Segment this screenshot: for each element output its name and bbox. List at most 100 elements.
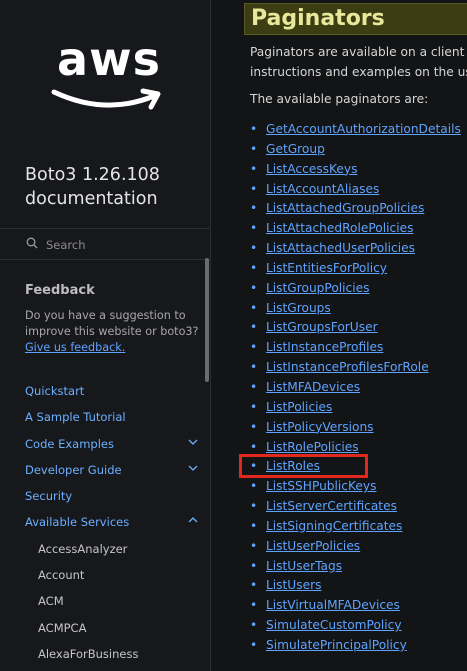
paginator-list: • GetAccountAuthorizationDetails • GetGroup… [250,120,461,656]
feedback-heading: Feedback [25,283,95,298]
sidebar-scrollbar[interactable] [205,258,209,382]
paginator-link[interactable]: ListServerCertificates [266,499,397,513]
bullet-icon: • [250,201,258,216]
available-paginators-label: The available paginators are: [250,92,429,106]
paginator-link[interactable]: ListPolicies [266,400,332,414]
paginator-list-item: • ListAttachedGroupPolicies [250,199,461,219]
paginator-link[interactable]: ListMFADevices [266,380,360,394]
main-content: Paginators Paginators are available on a… [211,0,467,671]
sidebar-nav: Quickstart A Sample Tutorial Code Exampl… [0,378,210,667]
bullet-icon: • [250,181,258,196]
paginator-list-item: • SimulatePrincipalPolicy [250,636,461,656]
sidebar-item-label: Developer Guide [25,462,122,477]
bullet-icon: • [250,360,258,375]
paginator-list-item: • ListPolicies [250,398,461,418]
page-title: Paginators [244,3,467,35]
aws-logo[interactable]: aws [50,32,170,116]
paginator-link[interactable]: ListSSHPublicKeys [266,479,376,493]
sidebar-item-security[interactable]: Security [0,483,210,509]
paginator-link[interactable]: ListUserTags [266,559,342,573]
paginator-list-item: • ListPolicyVersions [250,418,461,438]
feedback-link[interactable]: Give us feedback. [25,341,125,354]
aws-logo-text: aws [57,32,161,86]
chevron-up-icon[interactable] [188,517,198,523]
highlight-box [239,454,368,478]
paginator-list-item: • ListSSHPublicKeys [250,477,461,497]
paginator-link[interactable]: ListUserPolicies [266,539,360,553]
paginator-list-item: • ListUsers [250,576,461,596]
sidebar-item-code-examples[interactable]: Code Examples [0,431,210,457]
chevron-down-icon[interactable] [188,465,198,471]
sidebar-subitem[interactable]: Account [0,562,210,588]
paginator-link[interactable]: ListEntitiesForPolicy [266,261,387,275]
paginator-link[interactable]: ListGroupPolicies [266,281,370,295]
paginator-list-item: • ListEntitiesForPolicy [250,259,461,279]
bullet-icon: • [250,399,258,414]
search-bar [0,228,210,260]
paginator-link[interactable]: ListAttachedUserPolicies [266,241,415,255]
paginator-list-item: • ListAttachedRolePolicies [250,219,461,239]
paginator-list-item: • ListInstanceProfiles [250,338,461,358]
bullet-icon: • [250,241,258,256]
sidebar-subitem[interactable]: AccessAnalyzer [0,536,210,562]
paginator-list-item: • ListGroupPolicies [250,279,461,299]
paginator-list-item: • GetAccountAuthorizationDetails [250,120,461,140]
sidebar-item-available-services[interactable]: Available Services [0,509,210,535]
feedback-text: Do you have a suggestion to improve this… [25,308,205,356]
paginator-link[interactable]: SimulatePrincipalPolicy [266,638,407,652]
sidebar-item-sample-tutorial[interactable]: A Sample Tutorial [0,404,210,430]
paginator-link[interactable]: ListVirtualMFADevices [266,598,400,612]
paginator-link[interactable]: ListPolicyVersions [266,420,374,434]
bullet-icon: • [250,598,258,613]
bullet-icon: • [250,340,258,355]
search-icon [26,237,38,249]
paginator-list-item: • ListSigningCertificates [250,517,461,537]
bullet-icon: • [250,141,258,156]
paginator-list-item: • SimulateCustomPolicy [250,616,461,636]
paginator-list-item: • ListAccountAliases [250,180,461,200]
bullet-icon: • [250,578,258,593]
intro-text: Paginators are available on a client in … [250,42,467,82]
paginator-list-item: • ListAttachedUserPolicies [250,239,461,259]
paginator-list-item: • ListServerCertificates [250,497,461,517]
bullet-icon: • [250,161,258,176]
paginator-list-item: • ListVirtualMFADevices [250,596,461,616]
sidebar-item-label: Available Services [25,515,130,530]
paginator-link[interactable]: ListAccountAliases [266,182,379,196]
sidebar-item-label: Security [25,489,73,504]
sidebar-subitem[interactable]: AlexaForBusiness [0,641,210,667]
sidebar-item-quickstart[interactable]: Quickstart [0,378,210,404]
search-input[interactable] [44,234,198,256]
paginator-link[interactable]: ListAccessKeys [266,162,357,176]
chevron-down-icon[interactable] [188,439,198,445]
sidebar-item-developer-guide[interactable]: Developer Guide [0,457,210,483]
paginator-link[interactable]: ListUsers [266,578,321,592]
sidebar: aws Boto3 1.26.108 documentation Feedbac… [0,0,211,671]
site-title[interactable]: Boto3 1.26.108 documentation [25,163,205,211]
paginator-link[interactable]: ListAttachedRolePolicies [266,221,413,235]
bullet-icon: • [250,221,258,236]
paginator-link[interactable]: SimulateCustomPolicy [266,618,402,632]
paginator-list-item: • GetGroup [250,140,461,160]
sidebar-subitem[interactable]: ACMPCA [0,615,210,641]
feedback-description: Do you have a suggestion to improve this… [25,309,199,338]
paginator-link[interactable]: GetAccountAuthorizationDetails [266,122,461,136]
sidebar-item-label: Code Examples [25,436,114,451]
sidebar-item-label: A Sample Tutorial [25,410,126,425]
paginator-link[interactable]: ListAttachedGroupPolicies [266,201,424,215]
bullet-icon: • [250,122,258,136]
paginator-link[interactable]: ListGroups [266,301,331,315]
paginator-link[interactable]: ListGroupsForUser [266,320,378,334]
sidebar-subitem[interactable]: ACM [0,588,210,614]
bullet-icon: • [250,300,258,315]
bullet-icon: • [250,518,258,533]
bullet-icon: • [250,320,258,335]
aws-smile-icon [51,88,161,110]
paginator-link[interactable]: GetGroup [266,142,325,156]
paginator-link[interactable]: ListInstanceProfiles [266,340,383,354]
bullet-icon: • [250,558,258,573]
paginator-link[interactable]: ListInstanceProfilesForRole [266,360,429,374]
bullet-icon: • [250,379,258,394]
paginator-link[interactable]: ListRolePolicies [266,440,359,454]
paginator-link[interactable]: ListSigningCertificates [266,519,402,533]
